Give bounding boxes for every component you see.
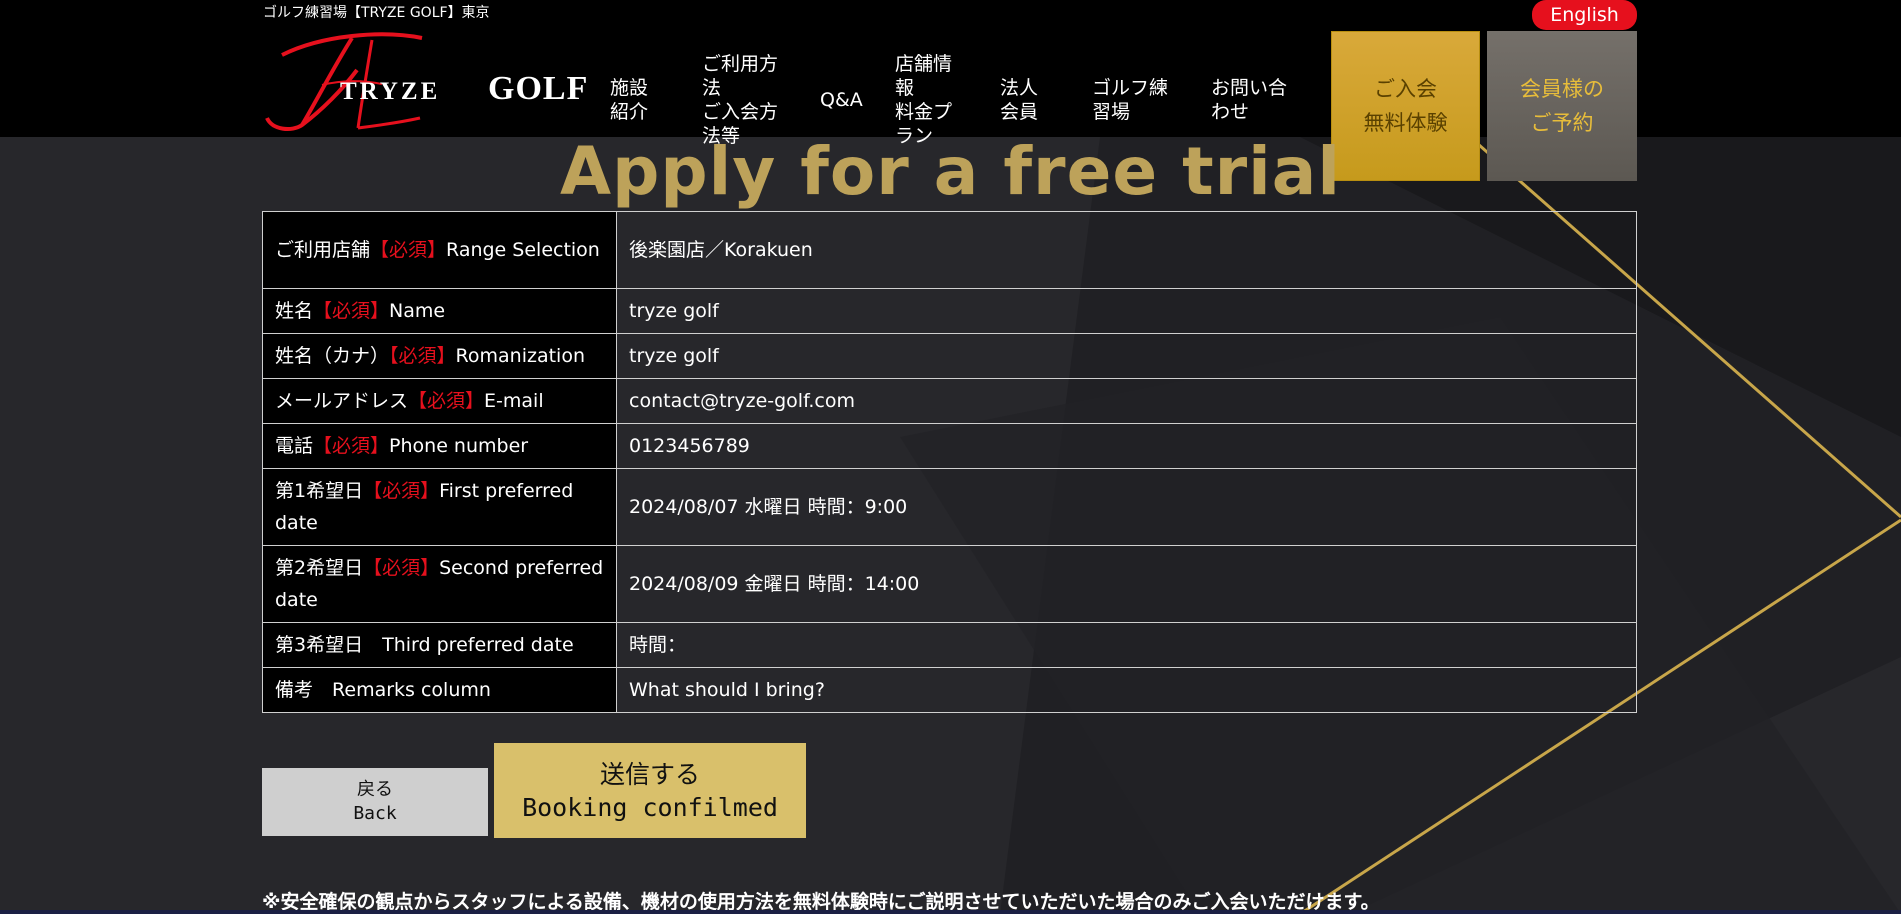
required-mark: 【必須】 (389, 345, 456, 367)
label-jp: 姓名（カナ） (275, 345, 390, 367)
label-jp: メールアドレス (275, 390, 409, 412)
confirmation-table: ご利用店舗【必須】Range Selection 後楽園店／Korakuen 姓名【… (262, 211, 1637, 713)
form-row-label: 第3希望日 Third preferred date (262, 622, 617, 668)
form-row-value: 2024/08/07 水曜日 時間：9:00 (616, 468, 1637, 546)
label-en: Phone number (389, 435, 529, 457)
nav-facility[interactable]: 施設 紹介 (610, 76, 648, 124)
form-row-value: tryze golf (616, 333, 1637, 379)
back-button[interactable]: 戻る Back (262, 768, 488, 836)
label-en: Range Selection (446, 239, 600, 261)
label-en: Remarks column (332, 679, 491, 701)
required-mark: 【必須】 (313, 300, 390, 322)
form-row-label: 第2希望日【必須】Second preferred date (262, 545, 617, 623)
form-row-label: 姓名【必須】Name (262, 288, 617, 334)
form-row-label: ご利用店舗【必須】Range Selection (262, 211, 617, 289)
form-row-label: 姓名（カナ）【必須】Romanization (262, 333, 617, 379)
label-jp: 第2希望日 (275, 557, 364, 579)
form-row-label: 電話【必須】Phone number (262, 423, 617, 469)
label-en: Third preferred date (382, 634, 574, 656)
label-jp: 電話 (275, 435, 314, 457)
label-en: E-mail (484, 390, 544, 412)
nav-golf-range[interactable]: ゴルフ練 習場 (1092, 76, 1168, 124)
bottom-bar (0, 910, 1901, 914)
required-mark: 【必須】 (363, 557, 440, 579)
label-en: Name (389, 300, 446, 322)
label-jp: 備考 (275, 679, 314, 701)
form-row: 姓名【必須】Name tryze golf (262, 288, 1637, 334)
logo-name-tryze: TRYZE (340, 78, 441, 105)
page-title: Apply for a free trial (560, 133, 1341, 210)
form-row: メールアドレス【必須】E-mail contact@tryze-golf.com (262, 378, 1637, 424)
required-mark: 【必須】 (370, 239, 447, 261)
required-mark: 【必須】 (313, 435, 390, 457)
form-row: 第2希望日【必須】Second preferred date 2024/08/09… (262, 545, 1637, 623)
label-jp: 第3希望日 (275, 634, 364, 656)
form-row: 備考 Remarks column What should I bring? (262, 667, 1637, 713)
label-jp: 第1希望日 (275, 480, 364, 502)
header-tagline: ゴルフ練習場【TRYZE GOLF】東京 (263, 5, 490, 21)
required-mark: 【必須】 (408, 390, 485, 412)
form-row: ご利用店舗【必須】Range Selection 後楽園店／Korakuen (262, 211, 1637, 289)
logo-name-golf: GOLF (488, 70, 589, 107)
form-row-label: メールアドレス【必須】E-mail (262, 378, 617, 424)
site-logo[interactable]: TRYZE GOLF (262, 30, 590, 134)
label-en: Romanization (455, 345, 585, 367)
required-mark: 【必須】 (363, 480, 440, 502)
form-row-value: 2024/08/09 金曜日 時間：14:00 (616, 545, 1637, 623)
form-row-label: 備考 Remarks column (262, 667, 617, 713)
form-row: 第1希望日【必須】First preferred date 2024/08/07 … (262, 468, 1637, 546)
language-english-button[interactable]: English (1532, 0, 1637, 30)
form-row: 第3希望日 Third preferred date 時間： (262, 622, 1637, 668)
form-row-value: 0123456789 (616, 423, 1637, 469)
nav-contact[interactable]: お問い合 わせ (1211, 76, 1287, 124)
form-row-value: 時間： (616, 622, 1637, 668)
nav-qa[interactable]: Q&A (820, 88, 863, 112)
form-row-value: contact@tryze-golf.com (616, 378, 1637, 424)
form-row-label: 第1希望日【必須】First preferred date (262, 468, 617, 546)
form-row: 電話【必須】Phone number 0123456789 (262, 423, 1637, 469)
nav-corporate-members[interactable]: 法人 会員 (1000, 76, 1038, 124)
label-jp: ご利用店舗 (275, 239, 371, 261)
form-row-value: 後楽園店／Korakuen (616, 211, 1637, 289)
form-row: 姓名（カナ）【必須】Romanization tryze golf (262, 333, 1637, 379)
form-row-value: What should I bring? (616, 667, 1637, 713)
submit-booking-button[interactable]: 送信する Booking confilmed (494, 743, 806, 838)
label-jp: 姓名 (275, 300, 314, 322)
form-row-value: tryze golf (616, 288, 1637, 334)
